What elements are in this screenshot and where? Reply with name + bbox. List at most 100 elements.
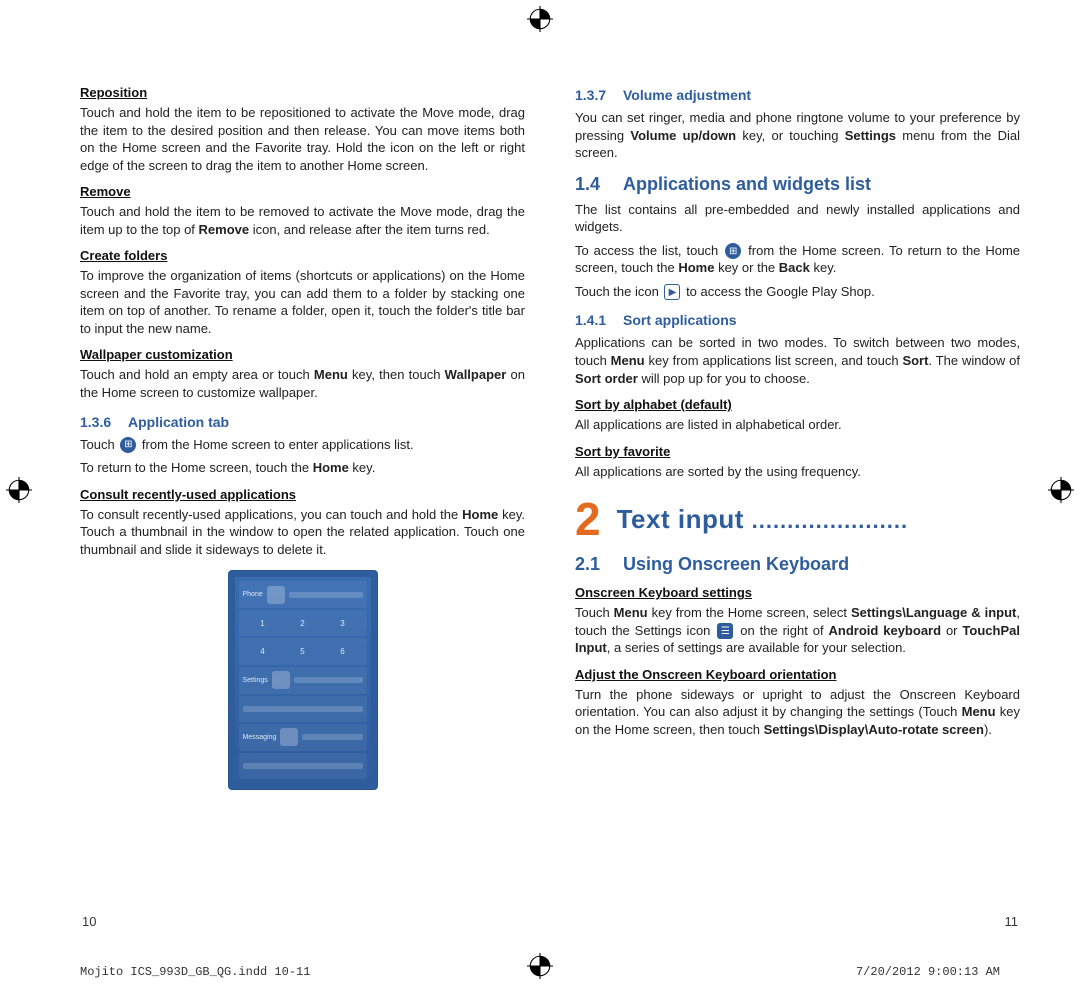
text-bold: Back xyxy=(779,260,810,275)
text: Touch and hold an empty area or touch xyxy=(80,367,314,382)
registration-mark-icon xyxy=(527,6,553,32)
text: , a series of settings are available for… xyxy=(607,640,906,655)
text: Text input xyxy=(617,504,744,534)
heading-sort-alpha: Sort by alphabet (default) xyxy=(575,397,1020,412)
text-bold: Home xyxy=(678,260,714,275)
footer-filename: Mojito ICS_993D_GB_QG.indd 10-11 xyxy=(80,965,310,979)
settings-sliders-icon: ☰ xyxy=(717,623,733,639)
body-kb-settings: Touch Menu key from the Home screen, sel… xyxy=(575,604,1020,657)
body-wallpaper: Touch and hold an empty area or touch Me… xyxy=(80,366,525,401)
text: Turn the phone sideways or upright to ad… xyxy=(575,687,1020,720)
section-number: 2.1 xyxy=(575,554,623,575)
section-number: 1.3.7 xyxy=(575,87,623,103)
text: key, then touch xyxy=(348,367,445,382)
section-title: Using Onscreen Keyboard xyxy=(623,554,849,575)
phone-screenshot-illustration: Phone 123 456 Settings Messaging xyxy=(228,570,378,790)
heading-wallpaper: Wallpaper customization xyxy=(80,347,525,362)
text: icon, and release after the item turns r… xyxy=(249,222,490,237)
text-bold: Settings\Display\Auto-rotate screen xyxy=(764,722,984,737)
heading-sort-fav: Sort by favorite xyxy=(575,444,1020,459)
body-apps-access: To access the list, touch ⊞ from the Hom… xyxy=(575,242,1020,277)
text-bold: Sort order xyxy=(575,371,638,386)
body-apptab-2: To return to the Home screen, touch the … xyxy=(80,459,525,477)
heading-reposition: Reposition xyxy=(80,85,525,100)
text: from the Home screen to enter applicatio… xyxy=(138,437,413,452)
body-volume: You can set ringer, media and phone ring… xyxy=(575,109,1020,162)
heading-remove: Remove xyxy=(80,184,525,199)
leader-dots: ...................... xyxy=(752,508,908,533)
text: to access the Google Play Shop. xyxy=(682,284,874,299)
body-sort-fav: All applications are sorted by the using… xyxy=(575,463,1020,481)
text-bold: Menu xyxy=(611,353,645,368)
footer-timestamp: 7/20/2012 9:00:13 AM xyxy=(856,965,1000,979)
page-number-right: 11 xyxy=(1005,914,1019,929)
section-number: 1.3.6 xyxy=(80,414,128,430)
section-1-4-1: 1.4.1 Sort applications xyxy=(575,312,1020,328)
body-remove: Touch and hold the item to be removed to… xyxy=(80,203,525,238)
heading-kb-settings: Onscreen Keyboard settings xyxy=(575,585,1020,600)
page-number-left: 10 xyxy=(82,914,96,929)
chapter-number: 2 xyxy=(575,496,601,542)
section-title: Applications and widgets list xyxy=(623,174,871,195)
text: Touch xyxy=(575,605,614,620)
text: key, or touching xyxy=(736,128,845,143)
text: To access the list, touch xyxy=(575,243,723,258)
text-bold: Android keyboard xyxy=(829,623,942,638)
text-bold: Menu xyxy=(314,367,348,382)
heading-recent-apps: Consult recently-used applications xyxy=(80,487,525,502)
text: To return to the Home screen, touch the xyxy=(80,460,313,475)
body-kb-orientation: Turn the phone sideways or upright to ad… xyxy=(575,686,1020,739)
section-1-3-6: 1.3.6 Application tab xyxy=(80,414,525,430)
section-title: Sort applications xyxy=(623,312,737,328)
text: To consult recently-used applications, y… xyxy=(80,507,462,522)
body-reposition: Touch and hold the item to be reposition… xyxy=(80,104,525,174)
section-title: Volume adjustment xyxy=(623,87,751,103)
text: ). xyxy=(984,722,992,737)
registration-mark-icon xyxy=(6,477,32,503)
text-bold: Volume up/down xyxy=(630,128,736,143)
section-number: 1.4 xyxy=(575,174,623,195)
text: key from applications list screen, and t… xyxy=(645,353,903,368)
heading-create-folders: Create folders xyxy=(80,248,525,263)
text: key or the xyxy=(714,260,778,275)
text-bold: Wallpaper xyxy=(445,367,507,382)
text-bold: Remove xyxy=(199,222,250,237)
text-bold: Sort xyxy=(902,353,928,368)
text: key. xyxy=(810,260,837,275)
section-1-4: 1.4 Applications and widgets list xyxy=(575,174,1020,195)
body-sort-alpha: All applications are listed in alphabeti… xyxy=(575,416,1020,434)
text: key. xyxy=(349,460,376,475)
chapter-title: Text input ...................... xyxy=(617,504,1020,535)
heading-kb-orientation: Adjust the Onscreen Keyboard orientation xyxy=(575,667,1020,682)
section-number: 1.4.1 xyxy=(575,312,623,328)
body-recent-apps: To consult recently-used applications, y… xyxy=(80,506,525,559)
apps-grid-icon: ⊞ xyxy=(725,243,741,259)
text-bold: Home xyxy=(462,507,498,522)
text-bold: Settings\Language & input xyxy=(851,605,1016,620)
text: on the right of xyxy=(735,623,828,638)
text: or xyxy=(941,623,962,638)
text: Touch xyxy=(80,437,118,452)
registration-mark-icon xyxy=(1048,477,1074,503)
text-bold: Settings xyxy=(845,128,896,143)
section-1-3-7: 1.3.7 Volume adjustment xyxy=(575,87,1020,103)
chapter-2: 2 Text input ...................... xyxy=(575,496,1020,542)
right-column: 1.3.7 Volume adjustment You can set ring… xyxy=(575,75,1020,802)
text: key from the Home screen, select xyxy=(648,605,851,620)
body-sort: Applications can be sorted in two modes.… xyxy=(575,334,1020,387)
section-2-1: 2.1 Using Onscreen Keyboard xyxy=(575,554,1020,575)
text-bold: Menu xyxy=(962,704,996,719)
page-spread: Reposition Touch and hold the item to be… xyxy=(0,0,1080,842)
print-footer: Mojito ICS_993D_GB_QG.indd 10-11 7/20/20… xyxy=(0,965,1080,979)
text: will pop up for you to choose. xyxy=(638,371,810,386)
apps-grid-icon: ⊞ xyxy=(120,437,136,453)
section-title: Application tab xyxy=(128,414,229,430)
text: . The window of xyxy=(928,353,1020,368)
text: Touch the icon xyxy=(575,284,662,299)
left-column: Reposition Touch and hold the item to be… xyxy=(80,75,525,802)
text-bold: Menu xyxy=(614,605,648,620)
body-apps-intro: The list contains all pre-embedded and n… xyxy=(575,201,1020,236)
body-create-folders: To improve the organization of items (sh… xyxy=(80,267,525,337)
text-bold: Home xyxy=(313,460,349,475)
play-store-icon: ▶ xyxy=(664,284,680,300)
